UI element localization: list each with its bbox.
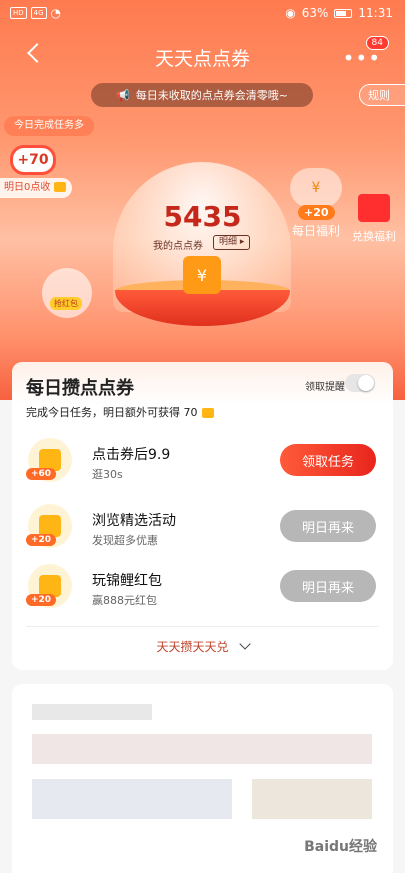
come-back-tomorrow-button[interactable]: 明日再来 <box>280 510 376 542</box>
task-reward: +60 <box>26 468 57 480</box>
hongbao-button[interactable] <box>42 268 92 318</box>
blurred-block <box>32 779 232 819</box>
alarm-clock-reward[interactable]: +70 <box>10 145 56 175</box>
task-name: 玩锦鲤红包 <box>92 573 162 589</box>
clock-time: 11:31 <box>358 6 393 20</box>
battery-percent: 63% <box>301 6 329 20</box>
rules-button[interactable]: 规则 <box>359 84 405 106</box>
task-row: +20 玩锦鲤红包 赢888元红包 明日再来 <box>12 562 393 620</box>
yen-coin-icon[interactable]: ¥ <box>183 256 221 294</box>
points-label: 我的点点券 <box>153 241 203 252</box>
gift-icon[interactable] <box>358 194 390 222</box>
wifi-icon: ◔ <box>50 6 62 20</box>
daily-task-card: 每日攒点点券 领取提醒 完成今日任务，明日额外可获得 70 +60 点击券后9.… <box>12 362 393 670</box>
task-desc: 逛30s <box>92 468 123 481</box>
pedestal <box>115 290 290 326</box>
battery-icon <box>334 8 353 18</box>
daily-reward-label: 每日福利 <box>292 224 341 238</box>
task-desc: 赢888元红包 <box>92 594 157 607</box>
blurred-block <box>32 734 372 764</box>
megaphone-icon: 📢 <box>116 88 130 102</box>
task-desc: 发现超多优惠 <box>92 534 158 547</box>
task-row: +20 浏览精选活动 发现超多优惠 明日再来 <box>12 502 393 560</box>
claim-task-button[interactable]: 领取任务 <box>280 444 376 476</box>
alarm-clock-label: 明日0点收 <box>0 178 72 198</box>
more-badge: 84 <box>365 36 389 50</box>
task-name: 浏览精选活动 <box>92 513 176 529</box>
hongbao-label: 抢红包 <box>50 297 82 310</box>
expand-link[interactable]: 天天攒天天兑 <box>12 638 393 655</box>
card-title: 每日攒点点券 <box>26 378 134 399</box>
coin-icon <box>54 182 67 192</box>
status-bar: HD 4G ◔ ◉ 63% 11:31 <box>0 0 405 28</box>
remind-toggle[interactable] <box>345 374 375 392</box>
daily-reward-amount: +20 <box>298 205 335 220</box>
nav-bar: 天天点点券 ••• 84 <box>0 36 405 78</box>
notice-text: 每日未收取的点点券会清零哦~ <box>135 89 288 102</box>
detail-button[interactable]: 明细 ▸ <box>213 235 251 250</box>
points-value: 5435 <box>163 200 242 233</box>
network-badge: HD <box>10 7 27 19</box>
task-name: 点击券后9.9 <box>92 447 171 463</box>
card-subtitle: 完成今日任务，明日额外可获得 70 <box>26 404 214 420</box>
task-reward: +20 <box>26 534 57 546</box>
notice-banner: 📢 每日未收取的点点券会清零哦~ <box>91 83 313 107</box>
yen-coin-icon: ¥ <box>311 180 321 196</box>
watermark: Baidu经验 <box>304 839 377 855</box>
task-bubble: 今日完成任务多 <box>4 116 94 136</box>
blurred-block <box>252 779 372 819</box>
hero-banner: HD 4G ◔ ◉ 63% 11:31 天天点点券 ••• 84 📢 每日未收取… <box>0 0 405 400</box>
coin-icon <box>201 408 214 418</box>
exchange-label[interactable]: 兑换福利 <box>352 228 396 244</box>
remind-label: 领取提醒 <box>305 382 345 393</box>
eye-icon: ◉ <box>285 6 296 20</box>
divider <box>26 626 379 627</box>
task-row: +60 点击券后9.9 逛30s 领取任务 <box>12 436 393 494</box>
come-back-tomorrow-button[interactable]: 明日再来 <box>280 570 376 602</box>
blurred-block <box>32 704 152 720</box>
daily-reward-button[interactable]: ¥ <box>290 168 342 208</box>
network-type-badge: 4G <box>30 7 47 19</box>
chevron-down-icon <box>238 638 251 650</box>
task-reward: +20 <box>26 594 57 606</box>
